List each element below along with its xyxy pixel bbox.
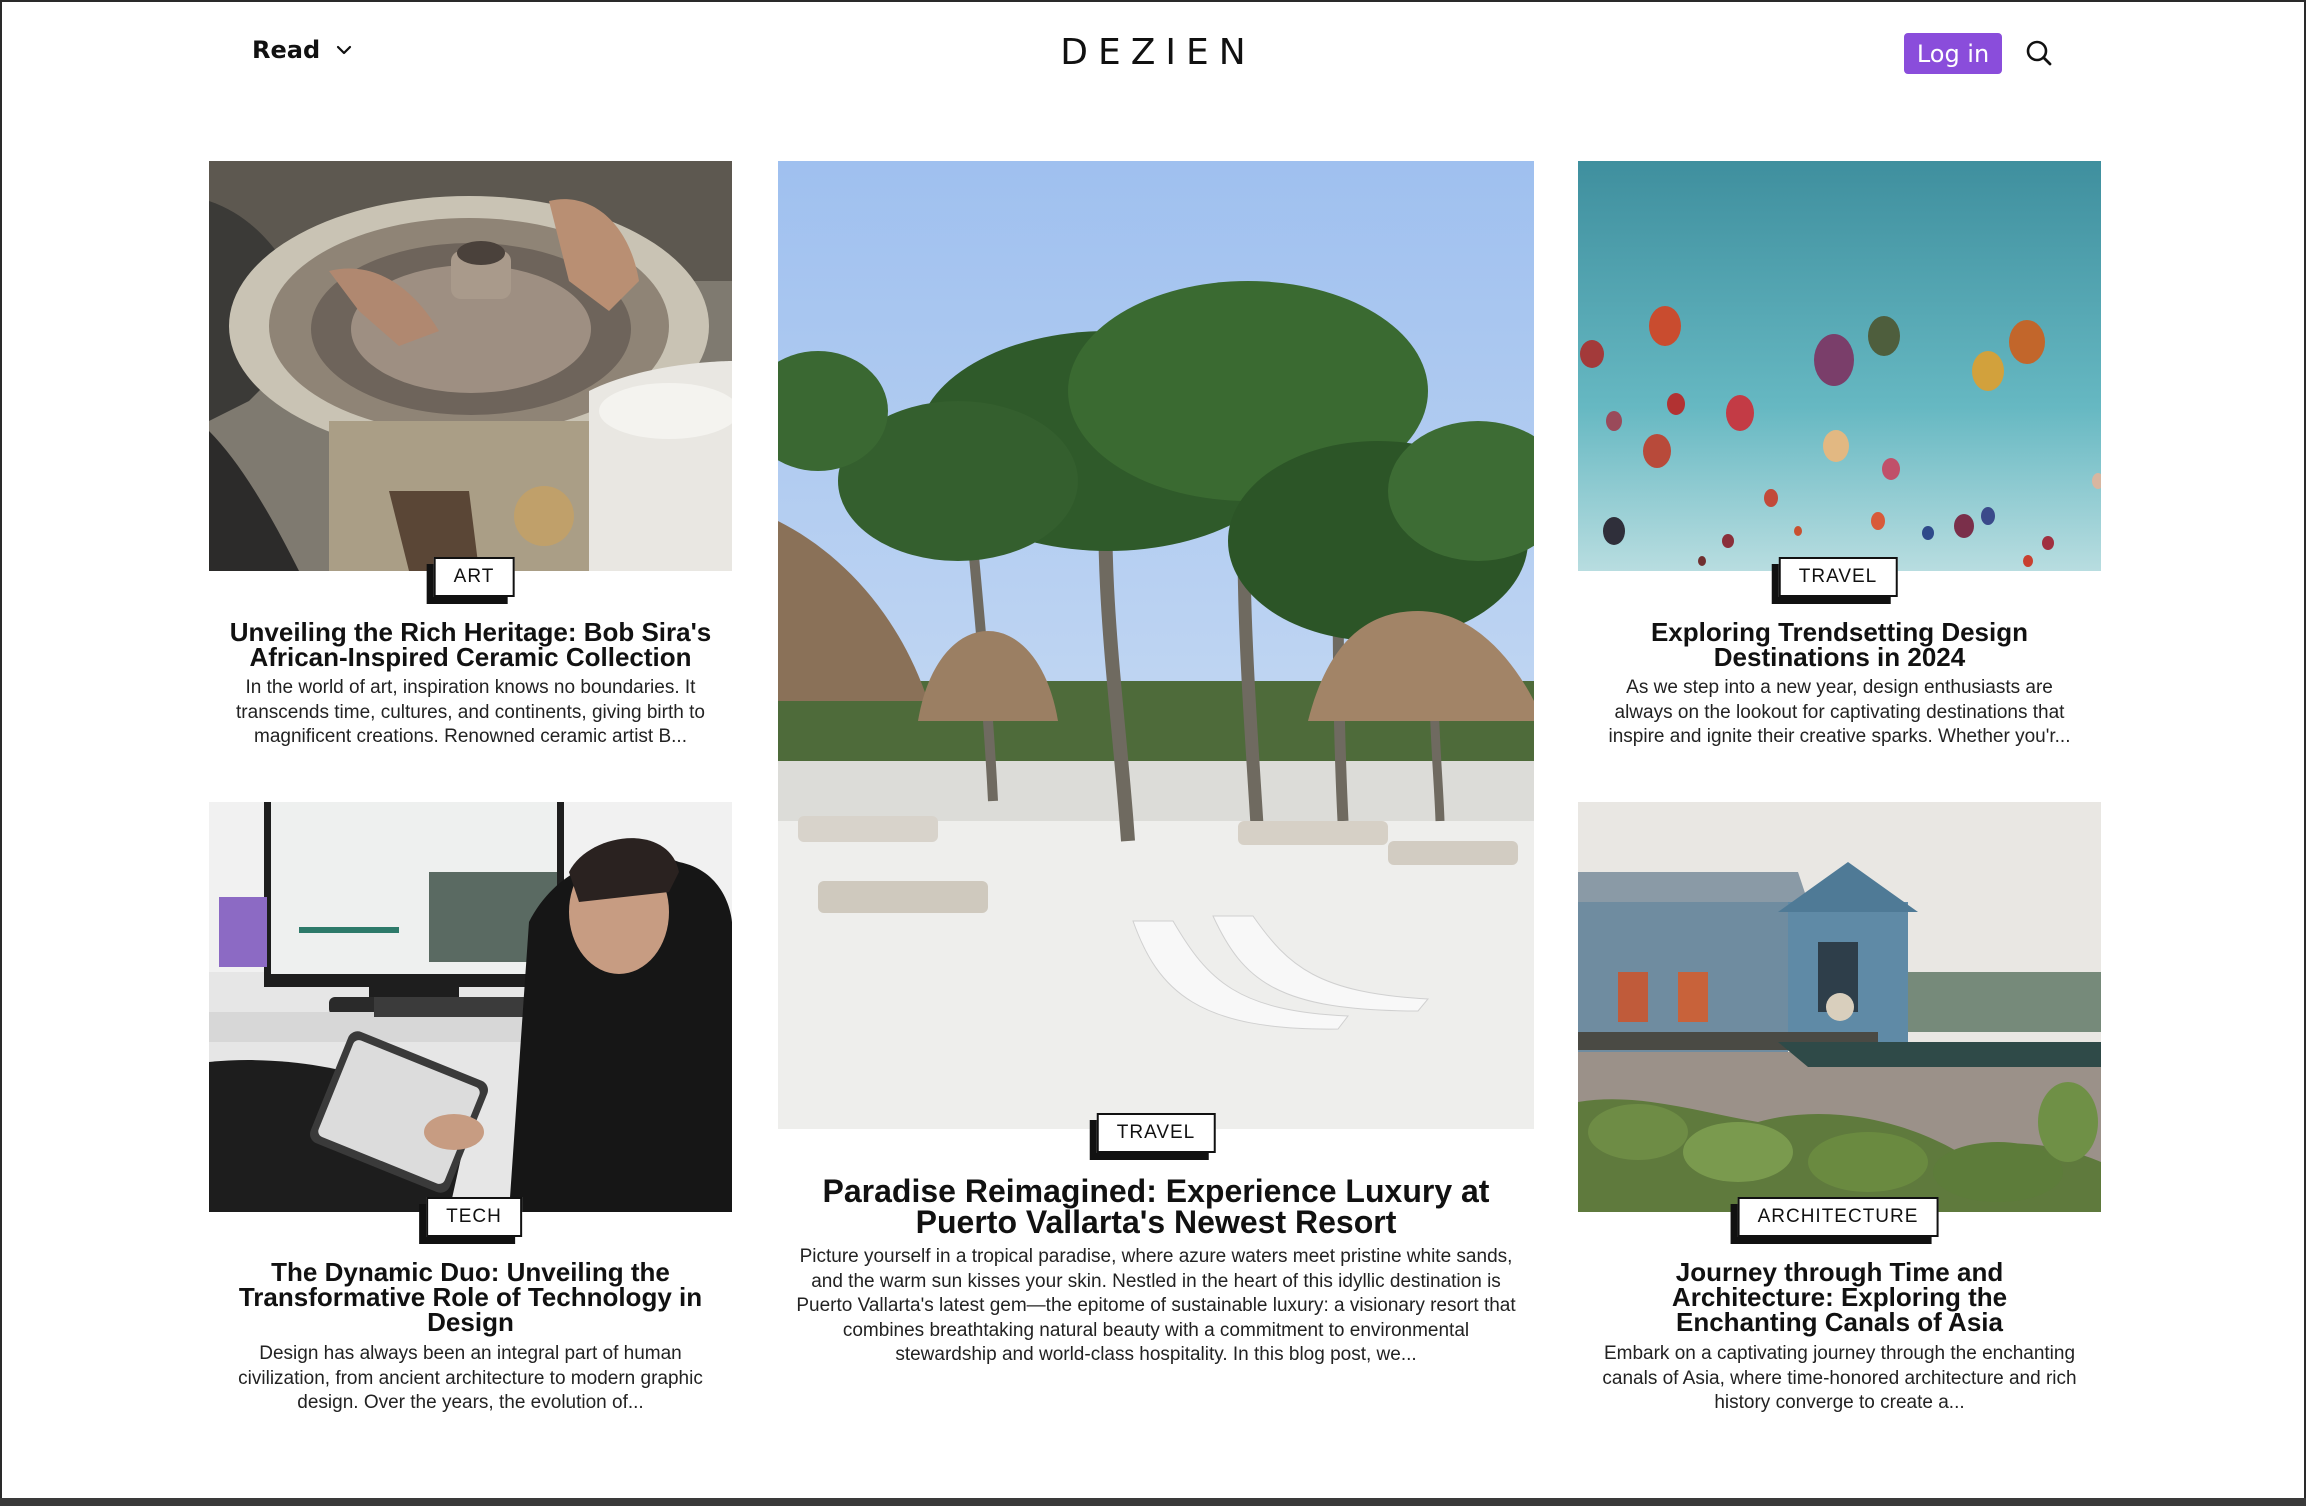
article-card-tech[interactable]: TECH The Dynamic Duo: Unveiling the Tran…: [209, 802, 732, 1442]
article-title[interactable]: Journey through Time and Architecture: E…: [1578, 1259, 2101, 1335]
article-excerpt: Picture yourself in a tropical paradise,…: [796, 1246, 1516, 1365]
resort-image[interactable]: [778, 161, 1534, 1129]
article-title[interactable]: Exploring Trendsetting Design Destinatio…: [1578, 619, 2101, 670]
category-tag[interactable]: TECH: [426, 1197, 522, 1237]
article-card-ceramics[interactable]: ART Unveiling the Rich Heritage: Bob Sir…: [209, 161, 732, 761]
article-card-resort[interactable]: TRAVEL Paradise Reimagined: Experience L…: [778, 161, 1534, 1381]
article-excerpt: Embark on a captivating journey through …: [1602, 1343, 2077, 1413]
window-bottom-edge: [0, 1498, 2306, 1506]
search-icon[interactable]: [2024, 38, 2054, 68]
article-title[interactable]: Paradise Reimagined: Experience Luxury a…: [778, 1175, 1534, 1238]
login-button[interactable]: Log in: [1904, 33, 2002, 74]
tech-image[interactable]: [209, 802, 732, 1212]
canals-image[interactable]: [1578, 802, 2101, 1212]
article-excerpt: As we step into a new year, design enthu…: [1608, 677, 2071, 747]
category-tag[interactable]: TRAVEL: [1778, 557, 1898, 597]
article-card-balloons[interactable]: TRAVEL Exploring Trendsetting Design Des…: [1578, 161, 2101, 761]
ceramics-image[interactable]: [209, 161, 732, 571]
article-excerpt: Design has always been an integral part …: [238, 1343, 703, 1413]
article-card-canals[interactable]: ARCHITECTURE Journey through Time and Ar…: [1578, 802, 2101, 1442]
article-title[interactable]: The Dynamic Duo: Unveiling the Transform…: [209, 1259, 732, 1335]
site-header: Read DEZIEN Log in: [2, 2, 2304, 112]
balloons-image[interactable]: [1578, 161, 2101, 571]
category-tag[interactable]: ART: [433, 557, 515, 597]
page: Read DEZIEN Log in ART Unveiling the Ric…: [2, 2, 2304, 1498]
article-title[interactable]: Unveiling the Rich Heritage: Bob Sira's …: [209, 619, 732, 670]
category-tag[interactable]: TRAVEL: [1096, 1113, 1216, 1153]
article-excerpt: In the world of art, inspiration knows n…: [236, 677, 705, 747]
category-tag[interactable]: ARCHITECTURE: [1737, 1197, 1939, 1237]
